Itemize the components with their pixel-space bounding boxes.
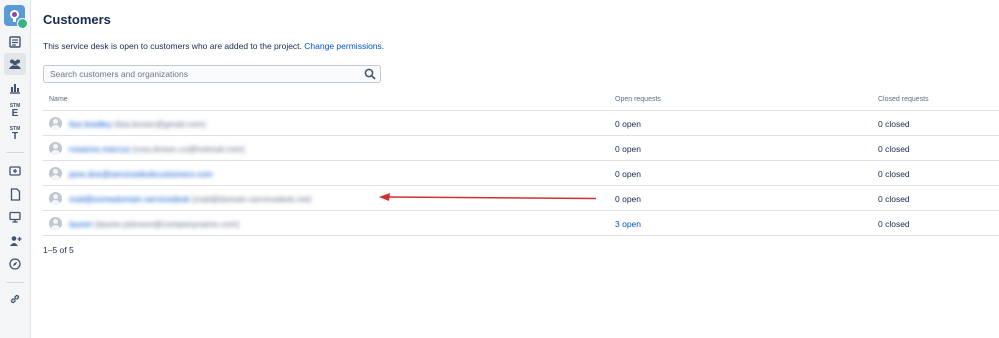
- closed-requests-count: 0 closed: [878, 219, 910, 229]
- table-row: jane.doe@servicedeskcustomers.com 0 open…: [43, 161, 999, 186]
- avatar: [49, 192, 62, 205]
- open-requests-count: 0 open: [615, 144, 641, 154]
- queues-icon: [9, 36, 21, 48]
- annotation-arrow-icon: [379, 193, 597, 201]
- closed-requests-count: 0 closed: [878, 169, 910, 179]
- sidebar-item-explore[interactable]: [4, 253, 26, 275]
- closed-requests-count: 0 closed: [878, 119, 910, 129]
- page-title: Customers: [43, 12, 111, 27]
- customer-name-link[interactable]: rosanna marcus (ross.brown.xx@hotmail.co…: [69, 144, 245, 154]
- table-row: rosanna marcus (ross.brown.xx@hotmail.co…: [43, 136, 999, 161]
- open-requests-count: 0 open: [615, 194, 641, 204]
- sidebar-divider: [6, 152, 24, 153]
- sidebar-item-knowledge-base[interactable]: [4, 183, 26, 205]
- table-row: lisa bradley (lisa.brown@gmail.com) 0 op…: [43, 111, 999, 136]
- column-header-closed-requests[interactable]: Closed requests: [878, 96, 929, 103]
- search-icon[interactable]: [364, 68, 376, 80]
- column-header-open-requests[interactable]: Open requests: [615, 96, 661, 103]
- open-requests-count: 0 open: [615, 169, 641, 179]
- change-permissions-link[interactable]: Change permissions.: [304, 41, 384, 51]
- sidebar-item-customers[interactable]: [4, 53, 26, 75]
- description-text: This service desk is open to customers w…: [43, 41, 302, 51]
- avatar: [49, 217, 62, 230]
- open-requests-link[interactable]: 3 open: [615, 219, 641, 229]
- avatar: [49, 142, 62, 155]
- customer-name-link[interactable]: jane.doe@servicedeskcustomers.com: [69, 169, 213, 179]
- explore-icon: [9, 258, 21, 270]
- sidebar-item-reports[interactable]: [4, 77, 26, 99]
- page-description: This service desk is open to customers w…: [43, 41, 384, 51]
- invite-team-icon: [9, 236, 21, 246]
- customer-name-link[interactable]: mail@somedomain-servicedesk (mail@domain…: [69, 194, 312, 204]
- project-link-icon: [10, 294, 20, 304]
- raise-request-icon: [9, 166, 21, 176]
- customer-name-link[interactable]: lisa bradley (lisa.brown@gmail.com): [69, 119, 206, 129]
- sidebar-item-invite-team[interactable]: [4, 230, 26, 252]
- customers-icon: [9, 59, 21, 69]
- search-input[interactable]: [43, 65, 381, 83]
- sidebar-item-stm-t[interactable]: STM T: [4, 123, 26, 145]
- sidebar-item-project-link[interactable]: [4, 288, 26, 310]
- project-avatar[interactable]: [4, 5, 28, 29]
- table-header: Name Open requests Closed requests: [43, 92, 999, 111]
- stm-e-icon: STM E: [9, 102, 21, 119]
- project-status-badge: [17, 18, 28, 29]
- reports-icon: [10, 84, 20, 94]
- stm-t-icon: STM T: [9, 125, 21, 142]
- avatar: [49, 117, 62, 130]
- closed-requests-count: 0 closed: [878, 194, 910, 204]
- project-sidebar: STM E STM T: [0, 0, 31, 338]
- sidebar-item-queues[interactable]: [4, 31, 26, 53]
- sidebar-item-stm-e[interactable]: STM E: [4, 100, 26, 122]
- column-header-name[interactable]: Name: [49, 96, 68, 103]
- customers-table: Name Open requests Closed requests lisa …: [43, 92, 999, 236]
- sidebar-item-channels[interactable]: [4, 206, 26, 228]
- channels-icon: [9, 211, 21, 223]
- knowledge-base-icon: [10, 187, 20, 201]
- sidebar-divider: [6, 282, 24, 283]
- pagination-count: 1–5 of 5: [43, 245, 74, 255]
- sidebar-item-raise-request[interactable]: [4, 160, 26, 182]
- open-requests-count: 0 open: [615, 119, 641, 129]
- table-row: lauren (lauren.johnson@companyname.com) …: [43, 211, 999, 236]
- avatar: [49, 167, 62, 180]
- customer-name-link[interactable]: lauren (lauren.johnson@companyname.com): [69, 219, 239, 229]
- closed-requests-count: 0 closed: [878, 144, 910, 154]
